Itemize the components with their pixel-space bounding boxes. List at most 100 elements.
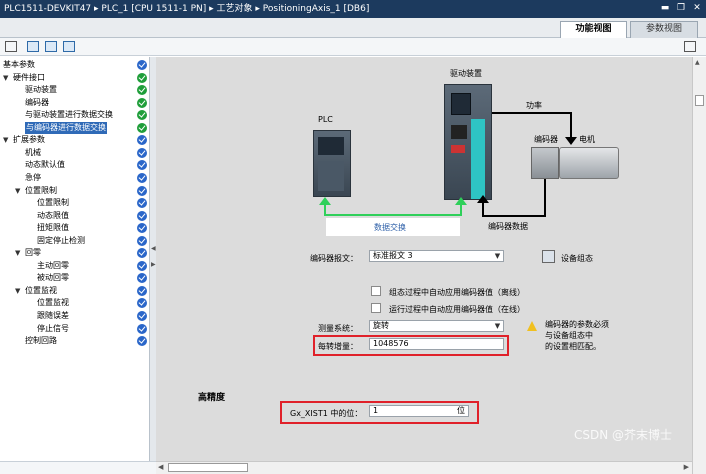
auto-apply-offline-checkbox[interactable] [371,286,381,296]
tree-item[interactable]: 机械 [0,147,150,159]
tree-item[interactable]: 编码器 [0,97,150,109]
tree-item-label: 动态限值 [37,210,69,220]
warning-text-3: 的设置相匹配。 [545,342,601,351]
expand-caret-icon[interactable]: ▼ [3,134,8,146]
tree-item-label: 硬件接口 [13,72,45,82]
toolbar [0,38,706,56]
encoder-telegram-select[interactable]: 标准报文 3 ▼ [369,250,504,262]
chevron-down-icon[interactable]: ▼ [493,252,502,260]
status-ok-green-icon [137,85,147,96]
power-line-down [570,112,572,140]
scroll-left-icon[interactable]: ◀ [158,463,163,471]
status-ok-green-icon [137,122,147,133]
tree-item-label: 位置监视 [37,298,69,308]
chevron-down-icon[interactable]: ▼ [493,322,502,330]
tree-item[interactable]: 动态默认值 [0,159,150,171]
status-ok-green-icon [137,97,147,108]
tree-item-label: 动态默认值 [25,160,65,170]
tree-item[interactable]: 停止信号 [0,323,150,335]
measuring-system-value: 旋转 [373,321,389,330]
status-ok-blue-icon [137,160,147,171]
vertical-scrollbar[interactable]: ▲ [692,57,706,474]
tree-item[interactable]: 控制回路 [0,335,150,347]
data-exchange-arrow-right [455,197,467,205]
tree-item[interactable]: ▼ 位置监视 [0,285,150,297]
tab-function-view[interactable]: 功能视图 [560,21,627,38]
splitter-right-arrow-icon[interactable]: ▶ [151,261,156,268]
collapse-all-icon[interactable] [45,41,57,52]
expand-all-icon[interactable] [27,41,39,52]
tree-item[interactable]: 扭矩限值 [0,222,150,234]
tree-item-label: 回零 [25,248,41,258]
tree-item[interactable]: 与编码器进行数据交换 [0,121,150,134]
splitter-left-arrow-icon[interactable]: ◀ [151,245,156,252]
status-ok-blue-icon [137,210,147,221]
scroll-right-icon[interactable]: ▶ [684,463,689,471]
expand-caret-icon[interactable]: ▼ [3,72,8,84]
tree-item-label: 与编码器进行数据交换 [25,121,107,134]
gx-xist1-input[interactable]: 1 位 [369,405,469,417]
device-config-link[interactable]: 设备组态 [561,253,593,264]
status-ok-blue-icon [137,135,147,146]
tree-item-label: 主动回零 [37,260,69,270]
gx-xist1-value: 1 [373,406,379,415]
tree-item-label: 被动回零 [37,273,69,283]
tree-item-label: 停止信号 [37,323,69,333]
status-ok-blue-icon [137,298,147,309]
tree-item[interactable]: 动态限值 [0,210,150,222]
tree-item-label: 扩展参数 [13,135,45,145]
expand-caret-icon[interactable]: ▼ [15,185,20,197]
tree-item[interactable]: ▼ 硬件接口 [0,72,150,84]
tree-item[interactable]: 驱动装置 [0,84,150,96]
tree-item[interactable]: 跟随误差 [0,310,150,322]
warning-icon [527,321,537,331]
tree-item[interactable]: 位置限制 [0,197,150,209]
tree-item[interactable]: 主动回零 [0,260,150,272]
encoder-telegram-label: 编码器报文： [310,254,358,263]
increments-input[interactable]: 1048576 [369,338,504,350]
tree-item[interactable]: ▼ 回零 [0,247,150,259]
tree-item-label: 扭矩限值 [37,223,69,233]
network-icon[interactable] [5,41,17,52]
scroll-up-icon[interactable]: ▲ [695,59,700,66]
list-view-icon[interactable] [63,41,75,52]
tab-parameter-view[interactable]: 参数视图 [630,21,698,38]
measuring-system-label: 测量系统： [318,324,358,333]
restore-icon[interactable]: ❐ [674,2,688,15]
tree-item[interactable]: ▼ 扩展参数 [0,134,150,146]
horizontal-scroll-thumb[interactable] [168,463,248,472]
warning-text-2: 与设备组态中 [545,331,593,340]
panel-options-icon[interactable] [684,41,696,52]
expand-caret-icon[interactable]: ▼ [15,247,20,259]
minimize-icon[interactable]: ▬ [658,2,672,15]
encoder-data-label: 编码器数据 [488,222,528,231]
horizontal-scrollbar[interactable]: ◀ ▶ [156,461,692,474]
tree-item-label: 基本参数 [3,60,35,69]
measuring-system-select[interactable]: 旋转 ▼ [369,320,504,332]
navigation-tree: 基本参数 ▼ 硬件接口驱动装置 编码器 与驱动装置进行数据交换 与编码器进行数据交换 ▼ 扩展… [0,57,150,461]
data-exchange-label: 数据交换 [374,223,406,232]
encoder-data-line [484,215,546,217]
close-icon[interactable]: ✕ [690,2,704,15]
auto-apply-offline-label: 组态过程中自动应用编码器值（离线） [389,288,525,297]
tree-item[interactable]: 被动回零 [0,272,150,284]
status-ok-blue-icon [137,147,147,158]
tree-item[interactable]: ▼ 位置限制 [0,185,150,197]
expand-caret-icon[interactable]: ▼ [15,285,20,297]
status-ok-blue-icon [137,198,147,209]
tree-item[interactable]: 基本参数 [0,59,150,71]
tree-item[interactable]: 位置监视 [0,297,150,309]
status-ok-green-icon [137,72,147,83]
tree-item[interactable]: 固定停止检测 [0,235,150,247]
auto-apply-online-checkbox[interactable] [371,303,381,313]
window-title: PLC1511-DEVKIT47 ▸ PLC_1 [CPU 1511-1 PN]… [4,4,370,14]
tree-item-label: 跟随误差 [37,311,69,320]
tree-item[interactable]: 与驱动装置进行数据交换 [0,109,150,121]
tree-item-label: 急停 [25,172,41,182]
increments-label: 每转增量： [318,342,358,351]
plc-label: PLC [318,115,333,124]
device-config-icon[interactable] [542,250,555,263]
window-controls: ▬ ❐ ✕ [658,2,704,15]
tree-item[interactable]: 急停 [0,172,150,184]
vertical-scroll-thumb[interactable] [695,95,704,106]
